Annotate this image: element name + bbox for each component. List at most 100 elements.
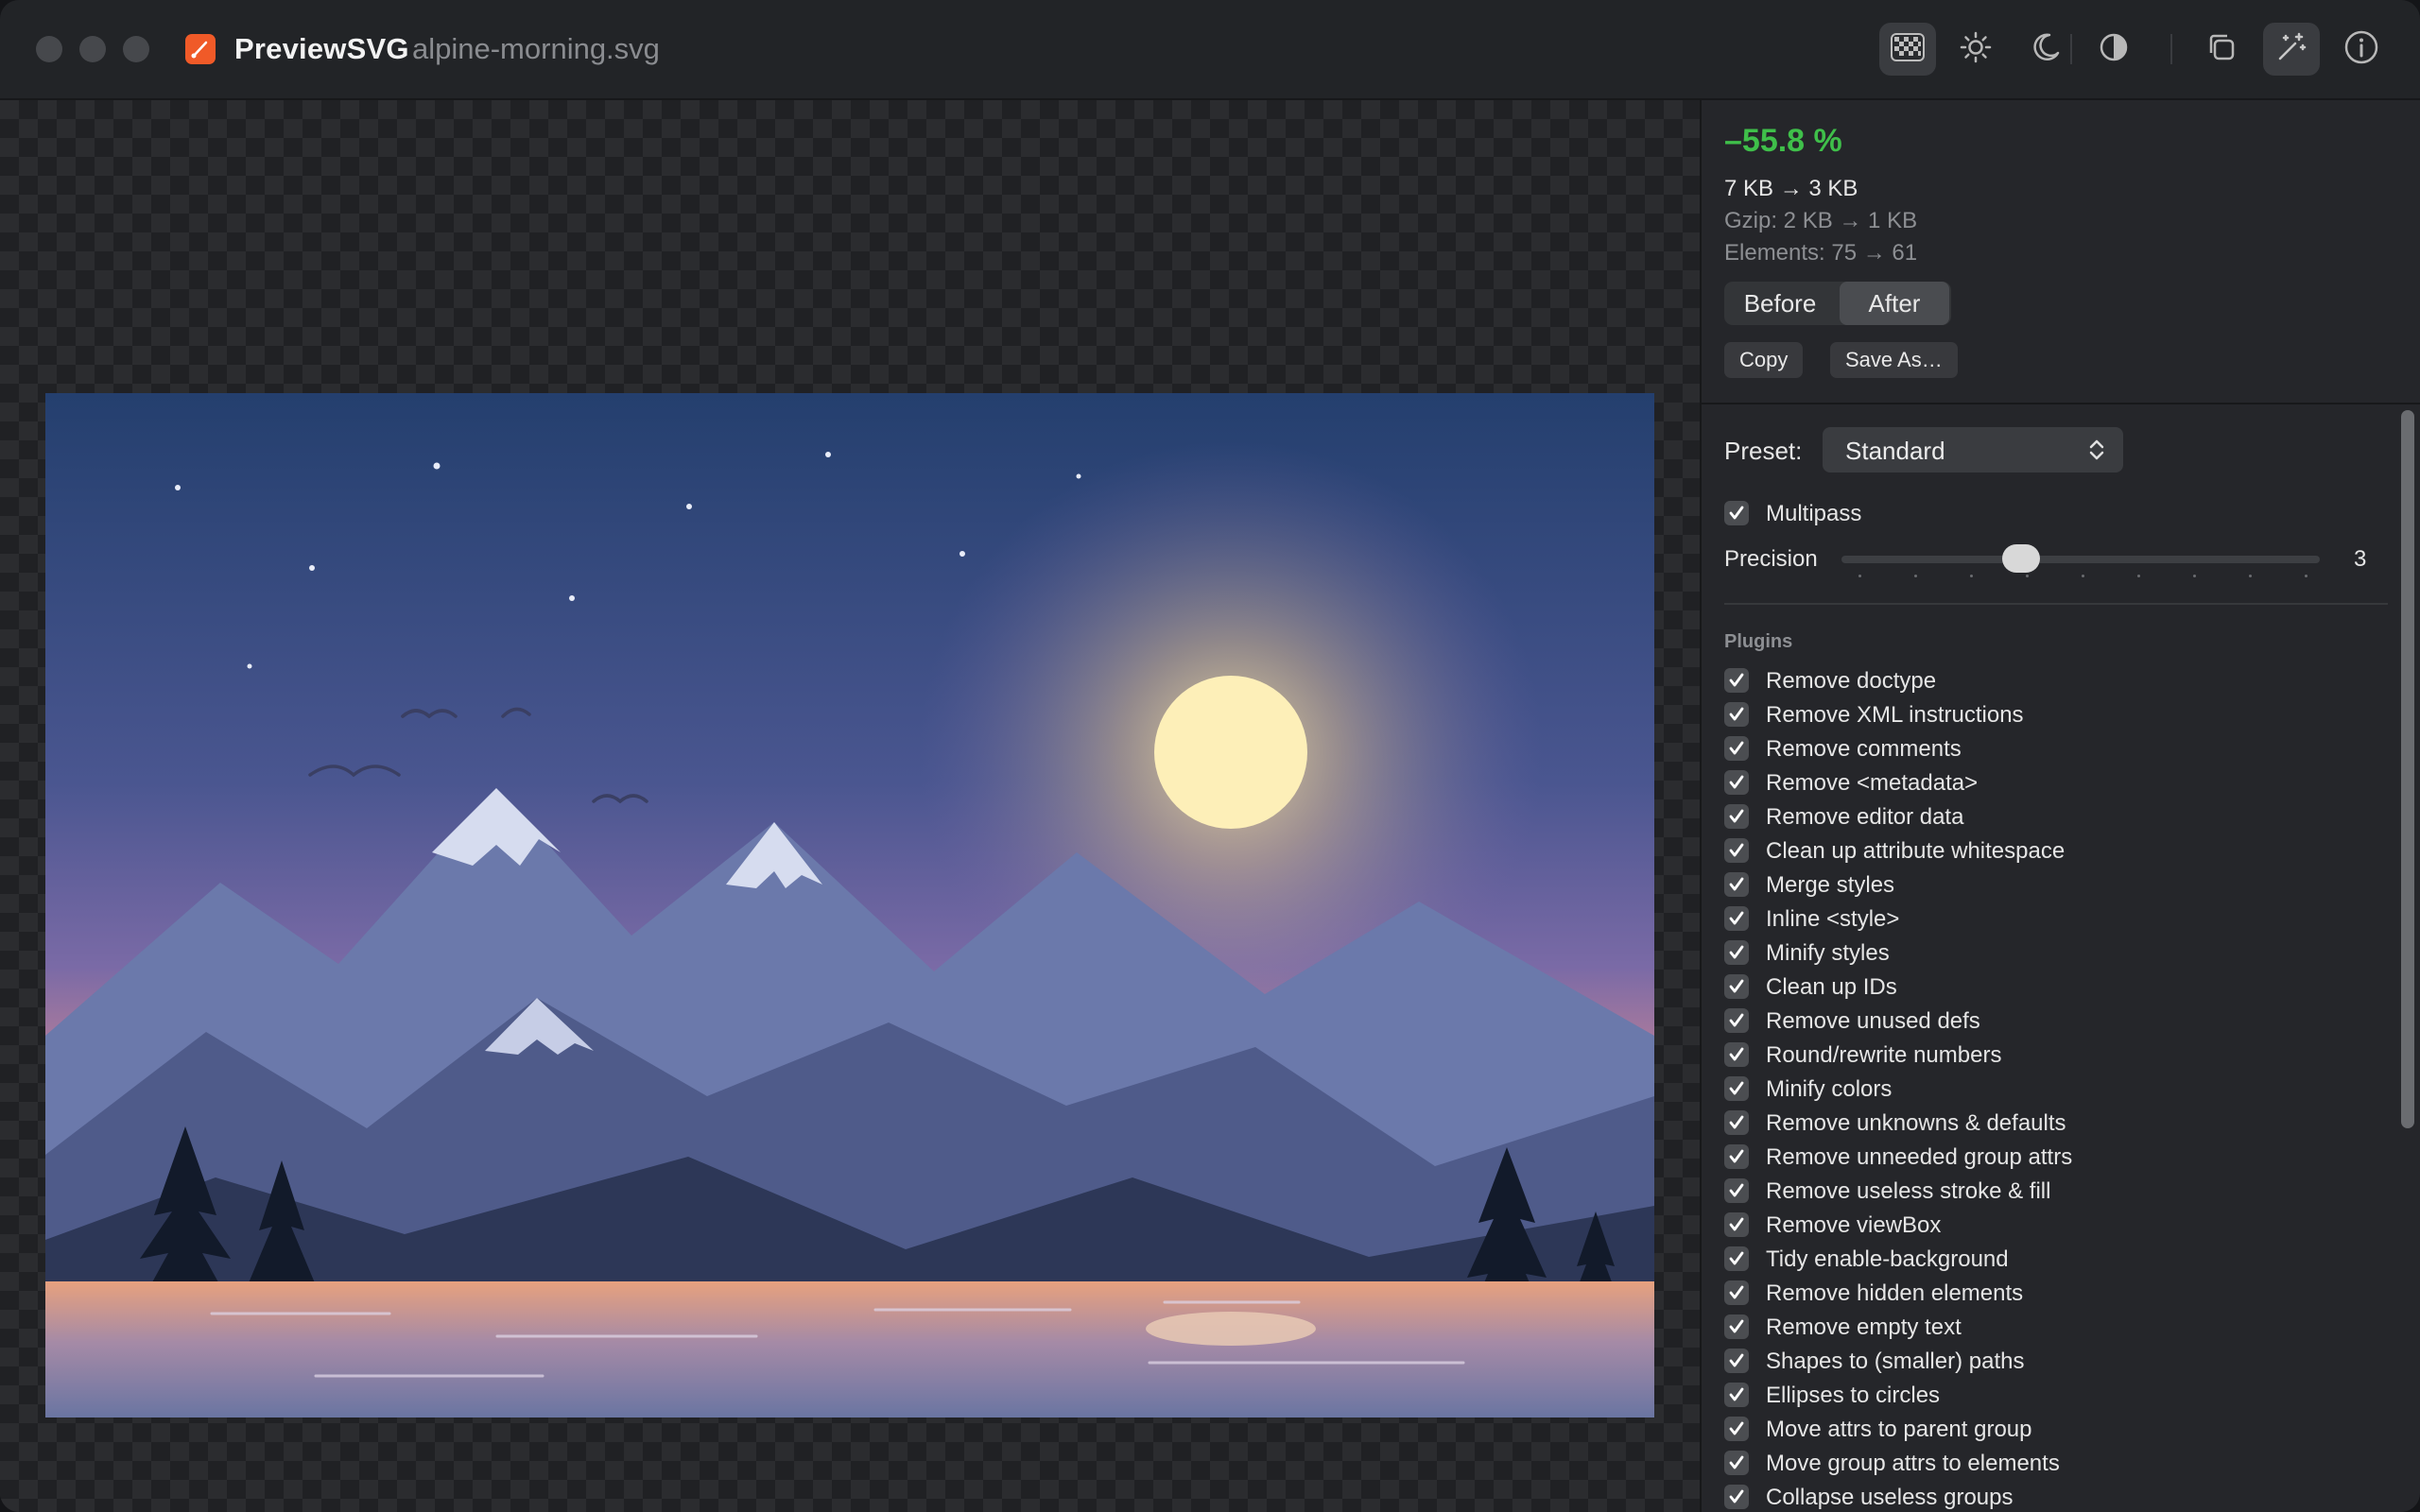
plugin-label: Clean up attribute whitespace bbox=[1766, 838, 2066, 864]
plugin-item[interactable]: Inline <style> bbox=[1702, 902, 2401, 936]
checkmark-icon bbox=[1729, 1047, 1744, 1061]
checkmark-icon bbox=[1729, 1013, 1744, 1027]
plugin-item[interactable]: Remove unknowns & defaults bbox=[1702, 1106, 2401, 1140]
plugin-checkbox[interactable] bbox=[1724, 1349, 1749, 1373]
close-window-button[interactable] bbox=[36, 36, 62, 62]
inspector-sidebar: –55.8 % 7 KB → 3 KB Gzip: 2 KB → 1 KB El… bbox=[1700, 100, 2420, 1512]
plugin-item[interactable]: Remove <metadata> bbox=[1702, 765, 2401, 799]
checkmark-icon bbox=[1729, 843, 1744, 857]
plugin-item[interactable]: Minify styles bbox=[1702, 936, 2401, 970]
before-tab[interactable]: Before bbox=[1724, 282, 1836, 325]
plugin-item[interactable]: Ellipses to circles bbox=[1702, 1378, 2401, 1412]
plugin-item[interactable]: Tidy enable-background bbox=[1702, 1242, 2401, 1276]
preset-select[interactable]: Standard bbox=[1823, 427, 2123, 472]
plugin-item[interactable]: Move attrs to parent group bbox=[1702, 1412, 2401, 1446]
plugin-item[interactable]: Move group attrs to elements bbox=[1702, 1446, 2401, 1480]
plugin-item[interactable]: Remove XML instructions bbox=[1702, 697, 2401, 731]
plugin-item[interactable]: Remove unneeded group attrs bbox=[1702, 1140, 2401, 1174]
plugin-item[interactable]: Remove empty text bbox=[1702, 1310, 2401, 1344]
plugin-item[interactable]: Remove unused defs bbox=[1702, 1004, 2401, 1038]
info-button[interactable] bbox=[2333, 23, 2390, 76]
plugin-item[interactable]: Shapes to (smaller) paths bbox=[1702, 1344, 2401, 1378]
toolbar-separator bbox=[2070, 34, 2072, 64]
checkerboard-icon bbox=[1891, 32, 1925, 66]
plugin-checkbox[interactable] bbox=[1724, 1178, 1749, 1203]
gzip-size-stat: Gzip: 2 KB → 1 KB bbox=[1724, 208, 1918, 233]
plugin-checkbox[interactable] bbox=[1724, 1246, 1749, 1271]
plugin-checkbox[interactable] bbox=[1724, 1383, 1749, 1407]
plugin-label: Collapse useless groups bbox=[1766, 1485, 2014, 1510]
plugin-item[interactable]: Remove useless stroke & fill bbox=[1702, 1174, 2401, 1208]
preview-canvas bbox=[0, 100, 1700, 1512]
toolbar-separator bbox=[2170, 34, 2172, 64]
preset-value: Standard bbox=[1845, 437, 1945, 465]
app-logo-icon bbox=[185, 34, 216, 64]
plugin-checkbox[interactable] bbox=[1724, 1451, 1749, 1475]
plugin-checkbox[interactable] bbox=[1724, 770, 1749, 795]
plugin-item[interactable]: Remove hidden elements bbox=[1702, 1276, 2401, 1310]
dark-background-button[interactable] bbox=[2017, 23, 2074, 76]
precision-slider[interactable] bbox=[1841, 556, 2320, 563]
slider-tick bbox=[2305, 575, 2308, 577]
checkmark-icon bbox=[1729, 1115, 1744, 1129]
optimize-button[interactable] bbox=[2263, 23, 2320, 76]
plugin-checkbox[interactable] bbox=[1724, 1212, 1749, 1237]
compare-button[interactable] bbox=[2193, 23, 2250, 76]
plugin-checkbox[interactable] bbox=[1724, 872, 1749, 897]
copy-button[interactable]: Copy bbox=[1724, 342, 1804, 378]
plugin-checkbox[interactable] bbox=[1724, 1314, 1749, 1339]
plugin-checkbox[interactable] bbox=[1724, 906, 1749, 931]
plugin-checkbox[interactable] bbox=[1724, 1076, 1749, 1101]
plugins-heading: Plugins bbox=[1724, 631, 1793, 652]
checkmark-icon bbox=[1729, 945, 1744, 959]
plugin-item[interactable]: Collapse useless groups bbox=[1702, 1480, 2401, 1512]
checkmark-icon bbox=[1729, 1489, 1744, 1503]
plugin-checkbox[interactable] bbox=[1724, 702, 1749, 727]
scrollbar-thumb[interactable] bbox=[2401, 410, 2414, 1128]
plugin-item[interactable]: Remove viewBox bbox=[1702, 1208, 2401, 1242]
minimize-window-button[interactable] bbox=[79, 36, 106, 62]
plugin-checkbox[interactable] bbox=[1724, 838, 1749, 863]
sidebar-scrollbar[interactable] bbox=[2397, 410, 2418, 1512]
plugin-checkbox[interactable] bbox=[1724, 1144, 1749, 1169]
multipass-checkbox[interactable] bbox=[1724, 501, 1749, 525]
plugin-item[interactable]: Clean up IDs bbox=[1702, 970, 2401, 1004]
plugin-checkbox[interactable] bbox=[1724, 668, 1749, 693]
plugin-item[interactable]: Round/rewrite numbers bbox=[1702, 1038, 2401, 1072]
zoom-window-button[interactable] bbox=[123, 36, 149, 62]
plugin-item[interactable]: Merge styles bbox=[1702, 868, 2401, 902]
checkmark-icon bbox=[1729, 673, 1744, 687]
light-background-button[interactable] bbox=[1947, 23, 2004, 76]
plugin-checkbox[interactable] bbox=[1724, 1417, 1749, 1441]
checkerboard-background-button[interactable] bbox=[1879, 23, 1936, 76]
plugin-item[interactable]: Remove editor data bbox=[1702, 799, 2401, 833]
plugin-item[interactable]: Minify colors bbox=[1702, 1072, 2401, 1106]
plugin-label: Minify styles bbox=[1766, 940, 1890, 966]
plugin-checkbox[interactable] bbox=[1724, 1110, 1749, 1135]
slider-tick bbox=[2082, 575, 2084, 577]
plugin-checkbox[interactable] bbox=[1724, 1008, 1749, 1033]
plugin-checkbox[interactable] bbox=[1724, 1280, 1749, 1305]
plugin-checkbox[interactable] bbox=[1724, 974, 1749, 999]
plugin-item[interactable]: Remove doctype bbox=[1702, 663, 2401, 697]
plugin-label: Minify colors bbox=[1766, 1076, 1893, 1102]
plugin-checkbox[interactable] bbox=[1724, 736, 1749, 761]
element-count-stat: Elements: 75 → 61 bbox=[1724, 240, 1918, 266]
after-tab[interactable]: After bbox=[1840, 282, 1949, 325]
plugin-item[interactable]: Remove comments bbox=[1702, 731, 2401, 765]
plugin-checkbox[interactable] bbox=[1724, 1042, 1749, 1067]
checkmark-icon bbox=[1729, 809, 1744, 823]
checkmark-icon bbox=[1729, 1285, 1744, 1299]
save-as-button[interactable]: Save As… bbox=[1830, 342, 1958, 378]
file-size-stat: 7 KB → 3 KB bbox=[1724, 176, 1858, 201]
plugin-checkbox[interactable] bbox=[1724, 940, 1749, 965]
precision-slider-knob[interactable] bbox=[2001, 544, 2040, 573]
app-window: PreviewSVG alpine-morning.svg –55.8 % 7 … bbox=[0, 0, 2420, 1512]
plugin-checkbox[interactable] bbox=[1724, 804, 1749, 829]
plugin-label: Ellipses to circles bbox=[1766, 1383, 1941, 1408]
plugin-item[interactable]: Clean up attribute whitespace bbox=[1702, 833, 2401, 868]
contrast-background-button[interactable] bbox=[2085, 23, 2142, 76]
plugin-checkbox[interactable] bbox=[1724, 1485, 1749, 1509]
checkmark-icon bbox=[1729, 1353, 1744, 1367]
contrast-icon bbox=[2097, 30, 2131, 69]
